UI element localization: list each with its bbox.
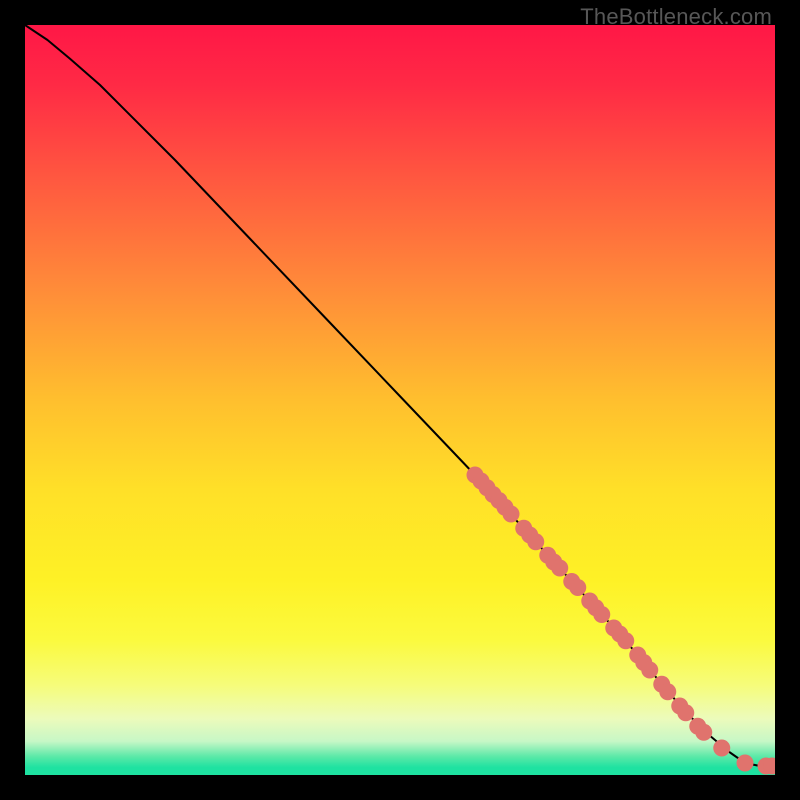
plot-area bbox=[25, 25, 775, 775]
data-marker bbox=[677, 704, 694, 721]
chart-svg bbox=[25, 25, 775, 775]
data-marker bbox=[641, 662, 658, 679]
data-marker bbox=[569, 579, 586, 596]
data-marker bbox=[617, 632, 634, 649]
data-marker bbox=[527, 533, 544, 550]
data-marker bbox=[659, 683, 676, 700]
data-marker bbox=[593, 606, 610, 623]
data-marker bbox=[503, 506, 520, 523]
data-marker bbox=[551, 560, 568, 577]
data-marker bbox=[713, 740, 730, 757]
data-marker bbox=[737, 755, 754, 772]
chart-frame: TheBottleneck.com bbox=[0, 0, 800, 800]
gradient-background bbox=[25, 25, 775, 775]
data-marker bbox=[695, 724, 712, 741]
